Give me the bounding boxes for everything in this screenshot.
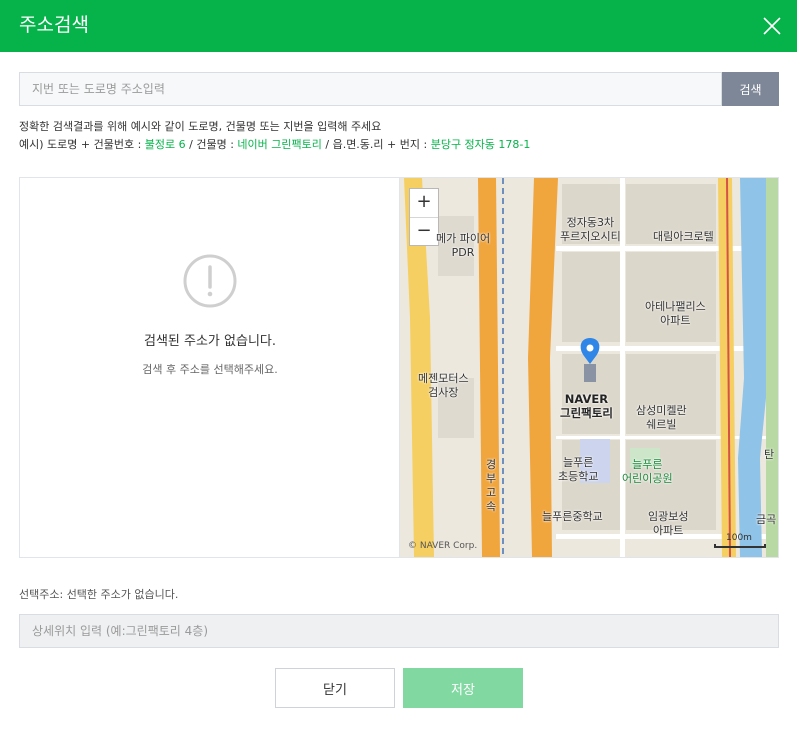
map-label-daerim: 대림아크로텔 (653, 230, 714, 243)
map-label-gyeongbu: 경 부 고 속 (486, 458, 497, 513)
result-panel: 검색된 주소가 없습니다. 검색 후 주소를 선택해주세요. + − 메가 파이… (19, 177, 779, 558)
zoom-in-button[interactable]: + (410, 189, 438, 217)
map-scale-label: 100m (726, 533, 752, 543)
empty-result: 검색된 주소가 없습니다. 검색 후 주소를 선택해주세요. (20, 178, 400, 557)
map-view[interactable]: + − 메가 파이어 PDR 정자동3차 푸르지오시티 대림아크로텔 아테나팰리… (400, 178, 778, 557)
selected-address: 선택주소: 선택한 주소가 없습니다. (19, 586, 178, 602)
close-icon[interactable] (760, 14, 784, 38)
save-button[interactable]: 저장 (403, 668, 523, 708)
help-line-1: 정확한 검색결과를 위해 예시와 같이 도로명, 건물명 또는 지번을 입력해 … (19, 120, 382, 133)
map-label-neulpureun-park: 늘푸른 어린이공원 (622, 458, 673, 485)
lot-example: 분당구 정자동 178-1 (430, 138, 531, 151)
selected-prefix: 선택주소: (19, 588, 67, 601)
selected-value: 선택한 주소가 없습니다. (66, 588, 179, 601)
zoom-control: + − (409, 188, 439, 246)
map-label-neulpureun-mid: 늘푸른중학교 (542, 510, 603, 523)
map-label-jeongja3: 정자동3차 푸르지오시티 (560, 216, 621, 243)
search-row: 검색 (19, 72, 779, 106)
map-label-neulpureun-elem: 늘푸른 초등학교 (558, 456, 599, 483)
help-text: 정확한 검색결과를 위해 예시와 같이 도로명, 건물명 또는 지번을 입력해 … (19, 118, 530, 154)
detail-location-input[interactable] (19, 614, 779, 648)
road-example: 불정로 6 (144, 138, 186, 151)
map-label-meijen: 메젠모터스 검사장 (418, 372, 469, 399)
map-label-imgwang: 임광보성 아파트 (648, 510, 689, 537)
dialog-header: 주소검색 (0, 0, 797, 52)
dialog-title: 주소검색 (19, 14, 89, 36)
help-mid2: / 읍.면.동.리 + 번지 : (321, 138, 431, 151)
map-scale-bar (714, 544, 766, 548)
empty-title: 검색된 주소가 없습니다. (144, 334, 276, 349)
map-label-naver: NAVER 그린팩토리 (560, 392, 613, 420)
map-copyright: © NAVER Corp. (408, 541, 478, 551)
map-label-geumgok: 금곡 (756, 513, 777, 526)
exclamation-icon (183, 254, 237, 308)
map-label-pdr: 메가 파이어 PDR (436, 232, 491, 259)
map-label-tan: 탄 (764, 448, 775, 461)
zoom-out-button[interactable]: − (410, 217, 438, 245)
map-label-samsung: 삼성미켈란 쉐르빌 (636, 404, 687, 431)
help-mid: / 건물명 : (185, 138, 238, 151)
search-button[interactable]: 검색 (722, 72, 779, 106)
help-prefix: 예시) 도로명 + 건물번호 : (19, 138, 145, 151)
map-label-athena: 아테나팰리스 아파트 (645, 300, 706, 327)
close-button[interactable]: 닫기 (275, 668, 395, 708)
help-line-2: 예시) 도로명 + 건물번호 : 불정로 6 / 건물명 : 네이버 그린팩토리… (19, 136, 530, 154)
search-input[interactable] (19, 72, 722, 106)
empty-subtitle: 검색 후 주소를 선택해주세요. (142, 363, 278, 376)
map-scale: 100m (714, 533, 766, 548)
building-example: 네이버 그린팩토리 (237, 138, 322, 151)
